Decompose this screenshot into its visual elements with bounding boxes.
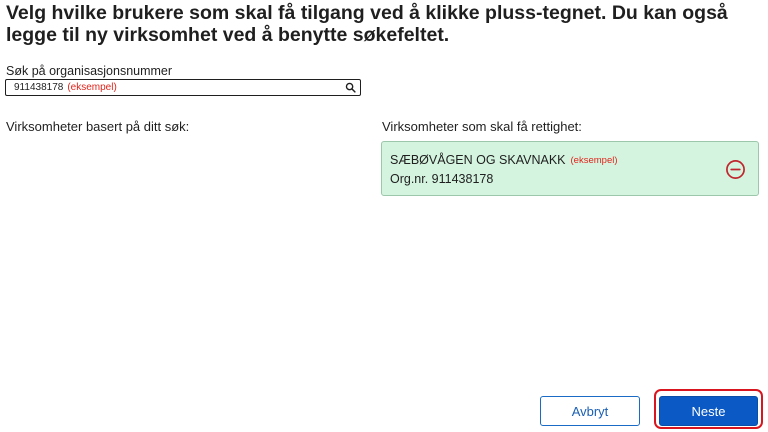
company-name: SÆBØVÅGEN OG SKAVNAKK [390,153,566,167]
search-example-tag: (eksempel) [67,81,117,93]
company-org-nr: Org.nr. 911438178 [390,172,494,186]
selected-company-card: SÆBØVÅGEN OG SKAVNAKK (eksempel) Org.nr. … [381,141,759,196]
selected-companies-heading: Virksomheter som skal få rettighet: [382,119,582,134]
search-icon[interactable] [345,82,356,93]
company-example-tag: (eksempel) [570,155,618,166]
cancel-button[interactable]: Avbryt [540,396,640,426]
search-input-value[interactable]: 911438178 [14,82,63,94]
search-results-heading: Virksomheter basert på ditt søk: [6,119,190,134]
next-button[interactable]: Neste [659,396,758,426]
search-input[interactable]: 911438178 (eksempel) [5,79,361,96]
minus-circle-icon[interactable] [725,159,746,180]
search-label: Søk på organisasjonsnummer [6,64,173,78]
company-name-row: SÆBØVÅGEN OG SKAVNAKK (eksempel) [390,153,618,167]
page-heading: Velg hvilke brukere som skal få tilgang … [6,2,728,46]
